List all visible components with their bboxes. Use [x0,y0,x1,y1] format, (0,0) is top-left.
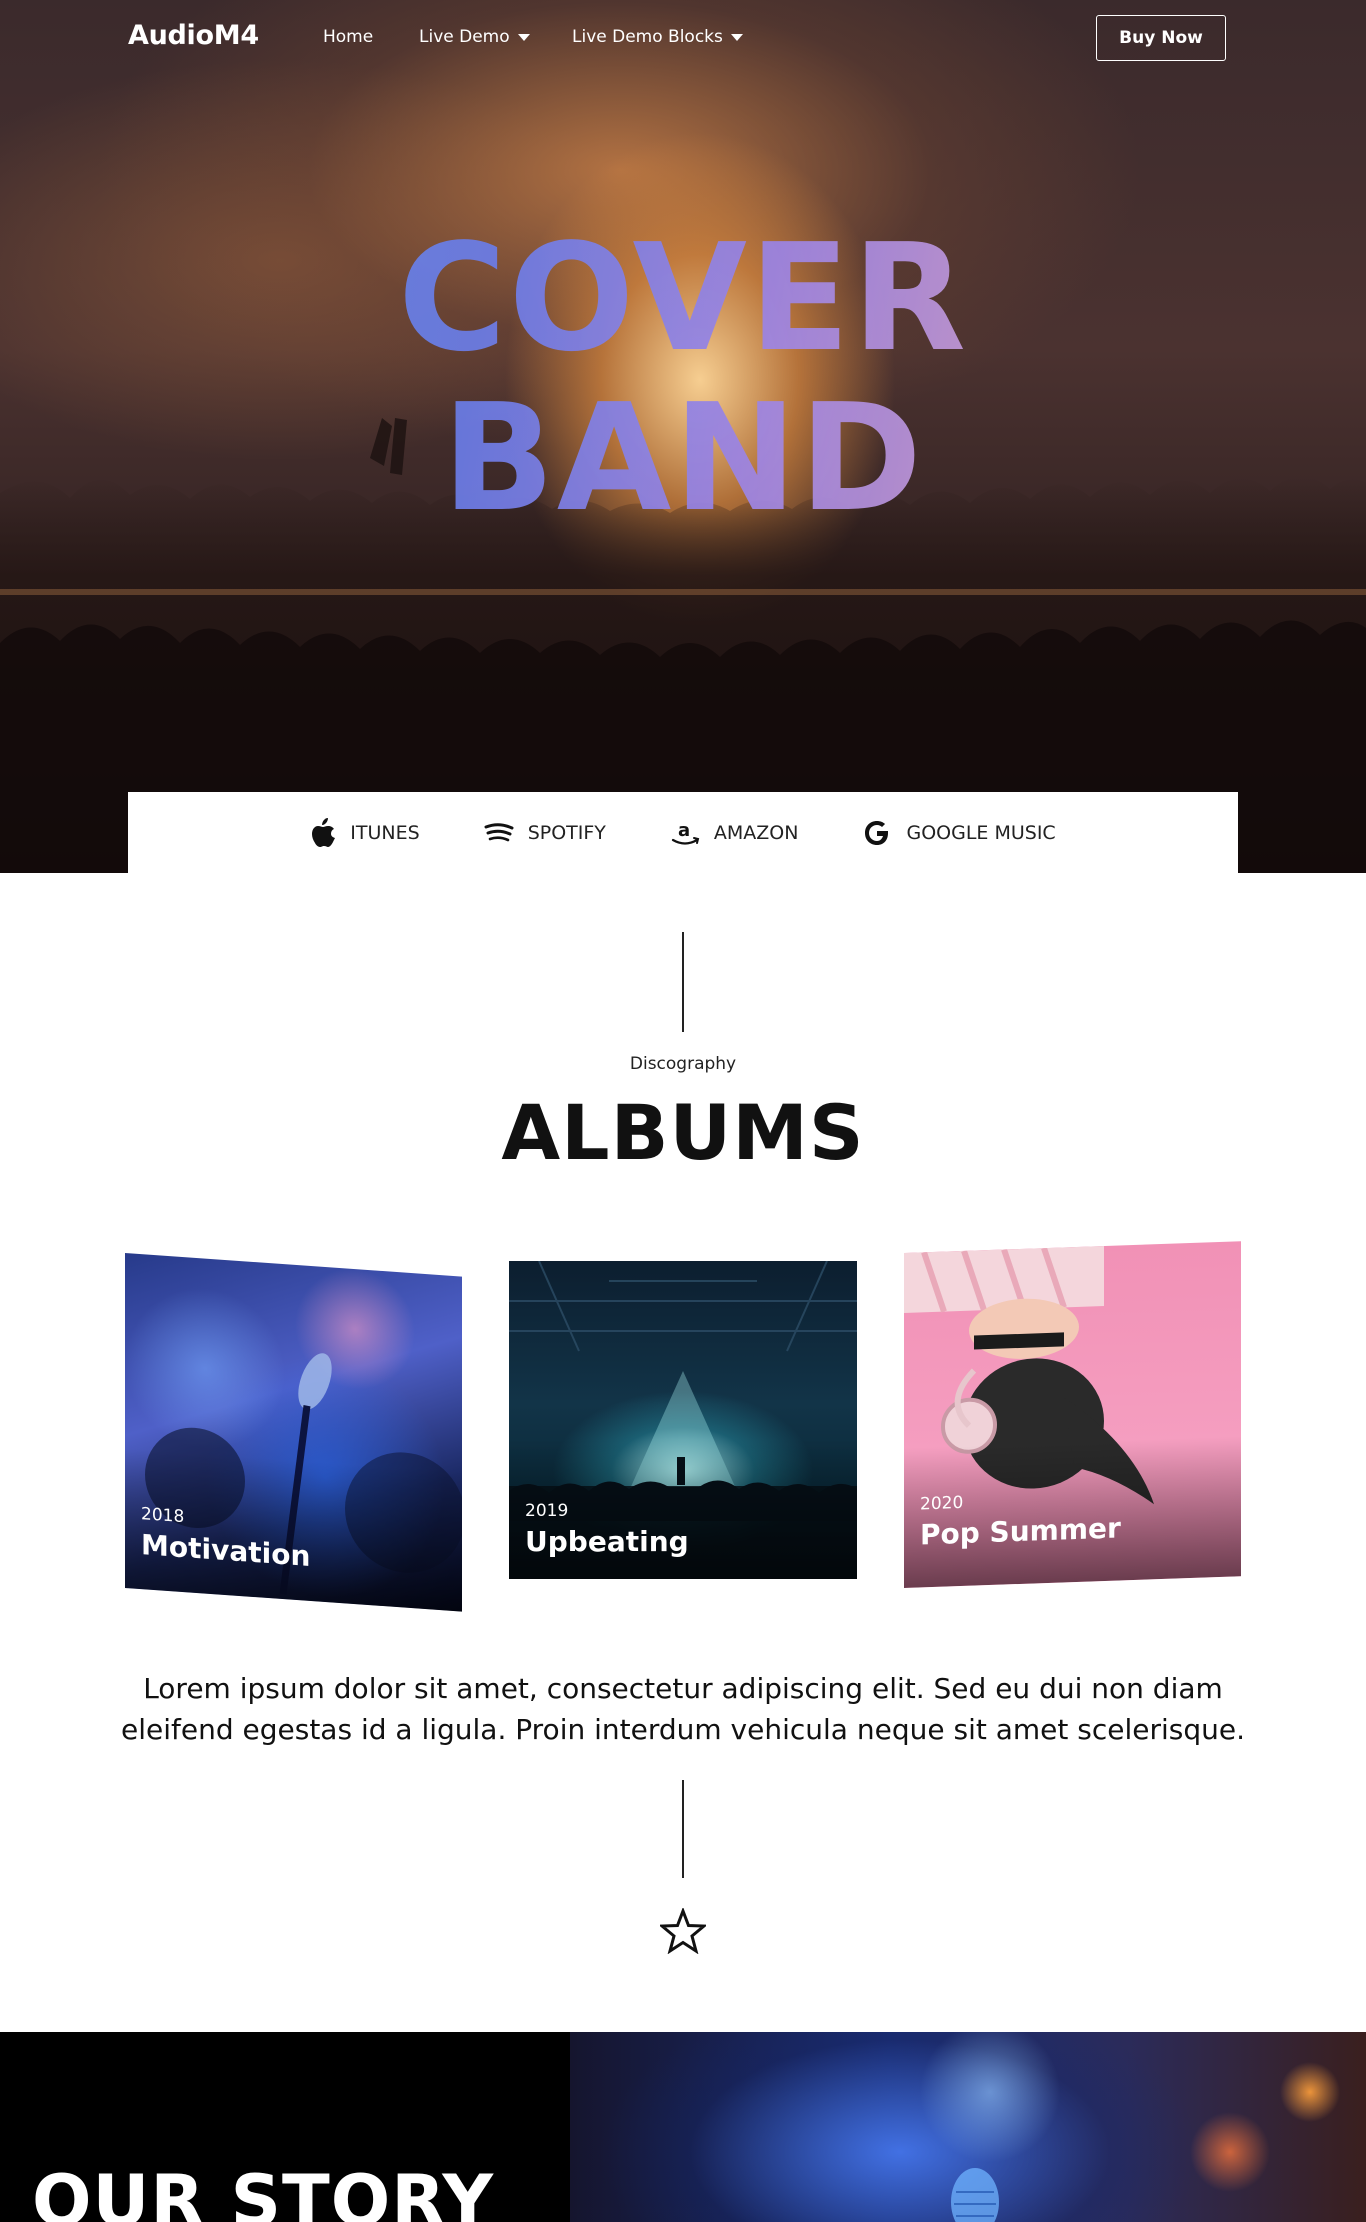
streaming-links-bar: ITUNES SPOTIFY a AMAZON GOOGLE MUSIC [128,792,1238,873]
nav-live-demo-blocks[interactable]: Live Demo Blocks [572,27,743,47]
nav-live-demo-label: Live Demo [419,27,510,47]
album-year: 2020 [920,1492,964,1515]
album-year: 2019 [525,1501,569,1521]
google-icon [865,820,889,845]
hero-title-line2: BAND [441,372,925,544]
nav-live-demo[interactable]: Live Demo [419,27,530,47]
hero-title: COVER BAND [0,218,1366,538]
story-image [570,2032,1366,2222]
streaming-label: ITUNES [350,821,420,844]
album-card-motivation[interactable]: 2018 Motivation [125,1253,462,1612]
section-kicker: Discography [629,1054,737,1074]
nav-live-demo-blocks-label: Live Demo Blocks [572,27,723,47]
divider-line [682,1780,684,1878]
nav-home-label: Home [323,27,374,47]
star-icon [660,1908,706,1954]
story-title: OUR STORY [32,2160,495,2222]
amazon-icon: a [671,820,700,845]
album-card-upbeating[interactable]: 2019 Upbeating [509,1261,857,1579]
streaming-link-google-music[interactable]: GOOGLE MUSIC [862,818,1056,848]
discography-description: Lorem ipsum dolor sit amet, consectetur … [120,1672,1246,1746]
chevron-down-icon [730,33,743,41]
album-name: Pop Summer [920,1511,1121,1552]
album-card-pop-summer[interactable]: 2020 Pop Summer [904,1241,1241,1588]
streaming-label: SPOTIFY [527,821,606,844]
streaming-link-itunes[interactable]: ITUNES [310,817,420,848]
site-logo[interactable]: AudioM4 [128,20,259,51]
spotify-icon [484,822,514,841]
buy-now-button[interactable]: Buy Now [1096,15,1226,61]
section-title: ALBUMS [501,1088,865,1177]
album-year: 2018 [141,1504,185,1528]
hero-section: AudioM4 Home Live Demo Live Demo Blocks … [0,0,1366,873]
apple-icon [312,817,336,847]
nav-home[interactable]: Home [323,27,373,47]
hero-title-line1: COVER [397,212,969,384]
page: AudioM4 Home Live Demo Live Demo Blocks … [0,0,1366,2222]
svg-text:a: a [678,820,690,841]
divider-line [682,932,684,1032]
streaming-link-spotify[interactable]: SPOTIFY [484,821,606,845]
top-navigation: AudioM4 Home Live Demo Live Demo Blocks … [0,0,1366,78]
microphone-image [951,2168,999,2222]
streaming-link-amazon[interactable]: a AMAZON [670,818,799,848]
streaming-label: AMAZON [713,821,799,844]
album-name: Upbeating [525,1525,689,1558]
chevron-down-icon [517,33,530,41]
streaming-label: GOOGLE MUSIC [906,821,1056,844]
